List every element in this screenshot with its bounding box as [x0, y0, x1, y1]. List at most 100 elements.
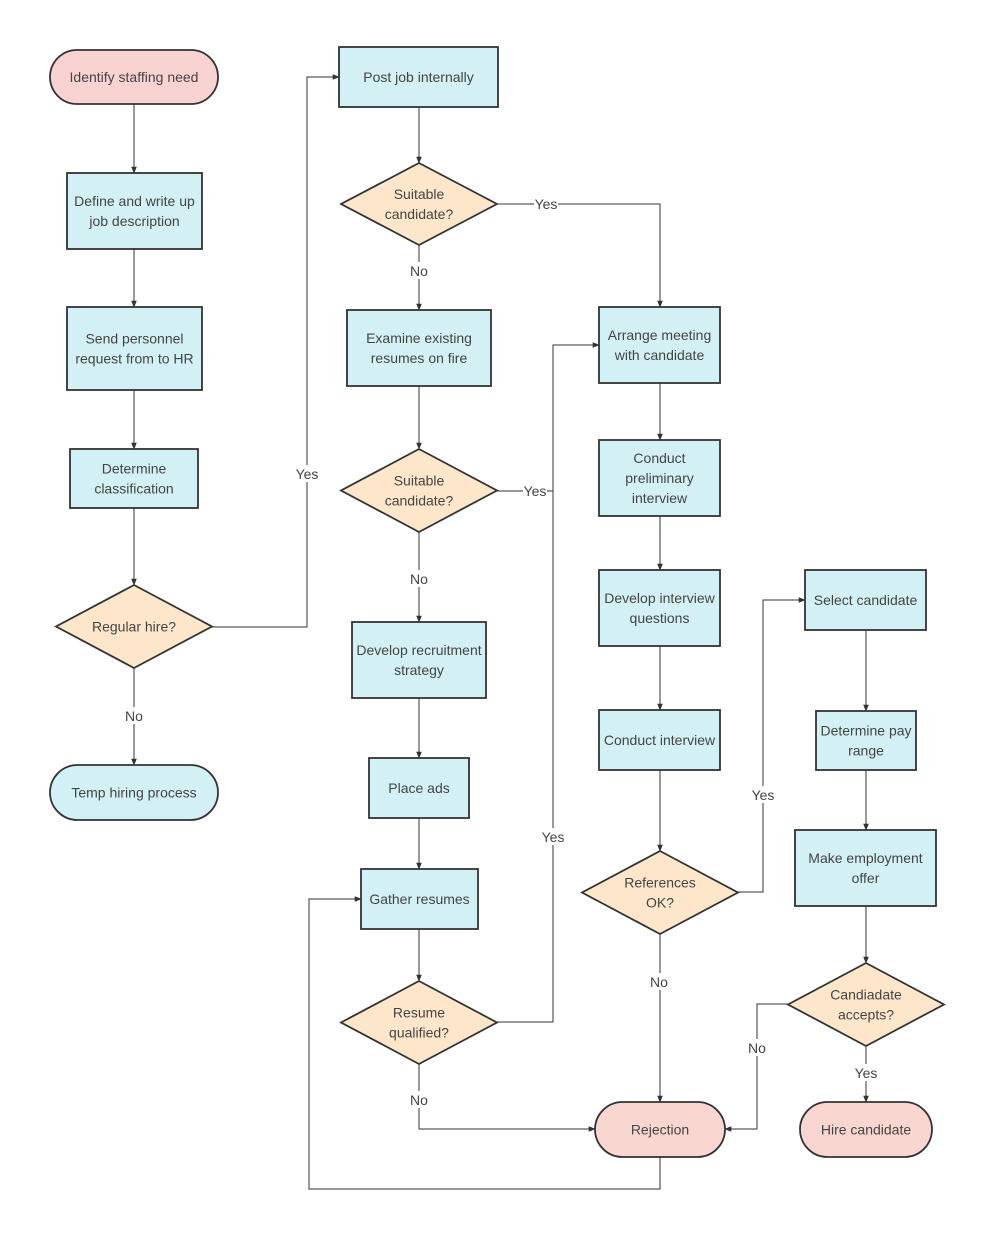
node-suit1-decision[interactable]: Suitable candidate? — [339, 161, 499, 247]
connector-label-no: No — [410, 1092, 428, 1108]
node-label: Select candidate — [814, 592, 918, 608]
node-identify-terminator[interactable]: Identify staffing need — [49, 49, 219, 105]
node-label: Define and write up — [74, 193, 195, 209]
nodes: Identify staffing need Define and write u… — [49, 46, 946, 1158]
node-strategy-process[interactable]: Develop recruitment strategy — [351, 621, 487, 699]
node-send-process[interactable]: Send personnel request from to HR — [66, 306, 203, 391]
node-label: Send personnel — [85, 331, 183, 347]
node-label: Arrange meeting — [608, 327, 712, 343]
node-label: Gather resumes — [369, 891, 469, 907]
connector-accepts-rejection — [724, 1003, 788, 1132]
node-suit2-decision[interactable]: Suitable candidate? — [339, 447, 499, 534]
node-label: Determine pay — [820, 723, 911, 739]
node-label: Resume — [393, 1005, 445, 1021]
node-regular-decision[interactable]: Regular hire? — [54, 583, 214, 670]
node-label: Temp hiring process — [71, 785, 196, 801]
node-label: Regular hire? — [92, 619, 176, 635]
node-label: resumes on fire — [371, 350, 468, 366]
node-interview-process[interactable]: Conduct interview — [598, 709, 721, 771]
node-label: Examine existing — [366, 330, 472, 346]
connector-suit1-arrange — [497, 203, 663, 308]
node-label: OK? — [646, 895, 674, 911]
process-box — [66, 172, 203, 250]
connector-label-no: No — [410, 571, 428, 587]
node-label: Rejection — [631, 1122, 689, 1138]
node-select-process[interactable]: Select candidate — [804, 569, 927, 631]
process-box — [346, 309, 492, 387]
node-label: with candidate — [614, 347, 705, 363]
connector-label-yes: Yes — [542, 829, 565, 845]
process-box — [69, 448, 199, 509]
node-accepts-decision[interactable]: Candiadate accepts? — [786, 961, 946, 1048]
node-label: Make employment — [808, 850, 922, 866]
node-label: Suitable — [394, 473, 445, 489]
connector-label-yes: Yes — [855, 1065, 878, 1081]
decision-diamond — [580, 849, 740, 936]
node-label: classification — [94, 481, 173, 497]
node-ads-process[interactable]: Place ads — [368, 757, 470, 819]
decision-diamond — [786, 961, 946, 1048]
connector-label-no: No — [748, 1040, 766, 1056]
process-box — [598, 306, 721, 384]
node-label: Place ads — [388, 780, 449, 796]
node-label: References — [624, 875, 696, 891]
node-define-process[interactable]: Define and write up job description — [66, 172, 203, 250]
node-label: strategy — [394, 662, 444, 678]
node-label: Conduct interview — [604, 732, 716, 748]
decision-diamond — [339, 979, 499, 1066]
decision-diamond — [339, 161, 499, 247]
node-qualified-decision[interactable]: Resume qualified? — [339, 979, 499, 1066]
process-box — [351, 621, 487, 699]
node-questions-process[interactable]: Develop interview questions — [598, 569, 721, 647]
node-offer-process[interactable]: Make employment offer — [794, 829, 937, 907]
process-box — [66, 306, 203, 391]
node-label: Identify staffing need — [70, 69, 199, 85]
connector-qualified-rejection — [418, 1064, 596, 1132]
node-pay-process[interactable]: Determine pay range — [815, 710, 917, 771]
node-label: Determine — [102, 461, 167, 477]
decision-diamond — [339, 447, 499, 534]
node-label: Suitable — [394, 186, 445, 202]
node-label: preliminary — [625, 470, 693, 486]
connector-label-no: No — [410, 263, 428, 279]
node-label: candidate? — [385, 206, 454, 222]
node-gather-process[interactable]: Gather resumes — [360, 868, 479, 930]
connector-labels: No Yes Yes No Yes No Yes No No Yes No Yes — [122, 195, 878, 1108]
node-label: candidate? — [385, 493, 454, 509]
process-box — [815, 710, 917, 771]
node-classify-process[interactable]: Determine classification — [69, 448, 199, 509]
node-label: Hire candidate — [821, 1122, 911, 1138]
node-examine-process[interactable]: Examine existing resumes on fire — [346, 309, 492, 387]
node-label: request from to HR — [75, 351, 193, 367]
node-hire-terminator[interactable]: Hire candidate — [799, 1101, 933, 1158]
hiring-flowchart: Identify staffing need Define and write u… — [49, 46, 946, 1190]
node-label: Develop interview — [604, 590, 715, 606]
node-label: Conduct — [633, 450, 685, 466]
node-label: Candiadate — [830, 987, 902, 1003]
process-box — [598, 569, 721, 647]
node-label: offer — [852, 870, 880, 886]
node-label: interview — [632, 490, 688, 506]
connector-label-no: No — [125, 708, 143, 724]
node-label: Develop recruitment — [356, 642, 481, 658]
node-label: job description — [88, 213, 179, 229]
node-label: qualified? — [389, 1025, 449, 1041]
node-label: Post job internally — [363, 69, 474, 85]
connector-label-yes: Yes — [752, 787, 775, 803]
node-temp-terminator[interactable]: Temp hiring process — [49, 764, 219, 821]
connector-label-yes: Yes — [535, 196, 558, 212]
connector-qualified-arrange — [497, 342, 600, 1023]
node-label: range — [848, 743, 884, 759]
connector-label-yes: Yes — [296, 466, 319, 482]
connector-label-yes: Yes — [524, 483, 547, 499]
node-refs-decision[interactable]: References OK? — [580, 849, 740, 936]
node-label: accepts? — [838, 1007, 894, 1023]
node-post-process[interactable]: Post job internally — [338, 46, 499, 108]
process-box — [794, 829, 937, 907]
node-label: questions — [630, 610, 690, 626]
connector-regular-post — [212, 74, 340, 628]
node-rejection-terminator[interactable]: Rejection — [594, 1101, 726, 1158]
node-prelim-process[interactable]: Conduct preliminary interview — [598, 439, 721, 517]
connector-label-no: No — [650, 974, 668, 990]
node-arrange-process[interactable]: Arrange meeting with candidate — [598, 306, 721, 384]
